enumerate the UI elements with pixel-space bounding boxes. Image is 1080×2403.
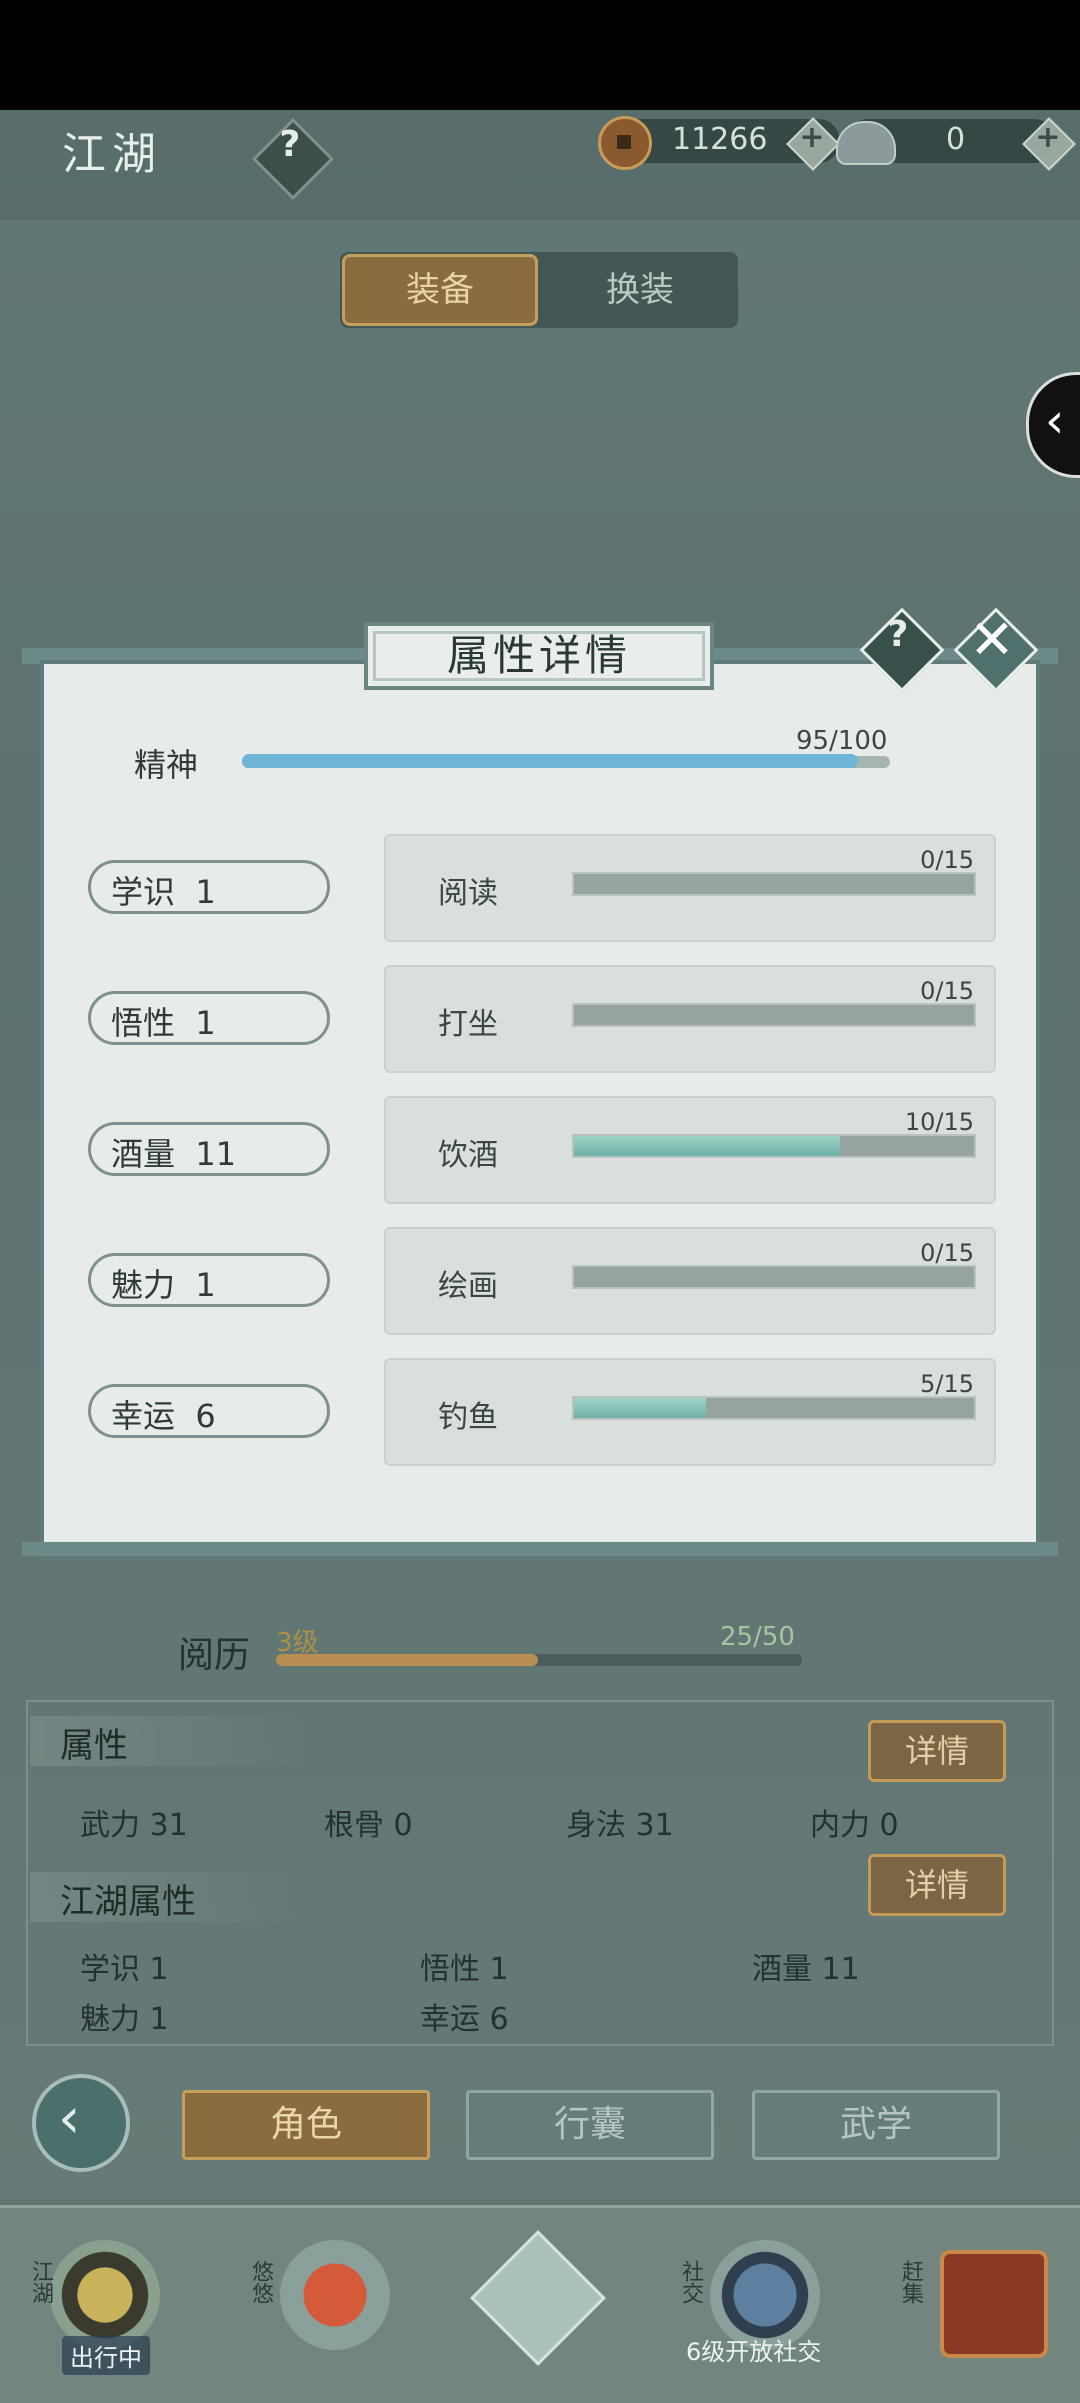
plus-icon: + — [799, 120, 825, 155]
skill-progress-fill — [574, 1398, 706, 1418]
attr-label: 学识 1 — [111, 873, 216, 911]
attr-pill-knowledge: 学识 1 — [88, 860, 330, 914]
experience-label: 阅历 — [178, 1635, 251, 1676]
skill-progress-value: 0/15 — [920, 1239, 974, 1267]
attributes-detail-button[interactable]: 详情 — [868, 1720, 1006, 1782]
skill-progress-fill — [574, 1136, 840, 1156]
tab-outfit[interactable]: 换装 — [542, 254, 738, 326]
nav-social[interactable]: 社交 6级开放社交 — [660, 2230, 840, 2380]
help-icon: ? — [887, 614, 909, 655]
skill-progress-bar — [572, 1265, 976, 1289]
nav-lock-tag: 6级开放社交 — [686, 2338, 822, 2366]
back-arrow-icon: ‹ — [58, 2086, 81, 2151]
jianghu-attributes-title: 江湖属性 — [60, 1882, 196, 1922]
silver-ingot-icon — [836, 121, 896, 165]
skill-name: 饮酒 — [438, 1138, 498, 1173]
compass-star-icon — [470, 2230, 606, 2366]
skill-progress-value: 10/15 — [904, 1108, 974, 1136]
spirit-label: 精神 — [134, 746, 199, 784]
attr-pill-insight: 悟性 1 — [88, 991, 330, 1045]
attr-pill-luck: 幸运 6 — [88, 1384, 330, 1438]
attr-constitution: 根骨 0 — [324, 1808, 413, 1843]
copper-coin-icon — [598, 116, 652, 170]
jianghu-emblem-icon — [50, 2240, 160, 2350]
skill-progress-value: 5/15 — [920, 1370, 974, 1398]
skill-name: 阅读 — [438, 876, 498, 911]
dialog-bottom-rail — [22, 1542, 1058, 1556]
skill-progress-bar — [572, 1003, 976, 1027]
jianghu-attr-knowledge: 学识 1 — [80, 1952, 169, 1987]
button-label: 详情 — [904, 1866, 969, 1904]
dialog-title-plaque: 属性详情 — [364, 622, 714, 690]
nav-label: 赶集 — [898, 2260, 923, 2304]
button-label: 行囊 — [553, 2104, 626, 2145]
button-label: 武学 — [839, 2104, 912, 2145]
attr-label: 悟性 1 — [111, 1004, 216, 1042]
jianghu-attr-drinking: 酒量 11 — [752, 1952, 860, 1987]
skill-progress-value: 0/15 — [920, 977, 974, 1005]
attr-strength: 武力 31 — [80, 1808, 188, 1843]
plus-icon: + — [1035, 120, 1061, 155]
jianghu-attr-insight: 悟性 1 — [420, 1952, 509, 1987]
nav-label: 江湖 — [28, 2260, 53, 2304]
tab-label: 装备 — [406, 270, 474, 310]
copper-amount: 11266 — [672, 122, 768, 157]
attr-label: 魅力 1 — [111, 1266, 216, 1304]
inventory-button[interactable]: 行囊 — [466, 2090, 714, 2160]
market-basket-icon — [940, 2250, 1048, 2358]
nav-label: 社交 — [678, 2260, 703, 2304]
nav-leisure[interactable]: 悠悠 — [230, 2230, 410, 2380]
martial-arts-button[interactable]: 武学 — [752, 2090, 1000, 2160]
attr-pill-charm: 魅力 1 — [88, 1253, 330, 1307]
help-icon: ? — [279, 124, 301, 165]
status-bar — [0, 0, 1080, 110]
nav-center[interactable] — [450, 2230, 630, 2380]
nav-status-tag: 出行中 — [62, 2336, 150, 2375]
attr-label: 幸运 6 — [111, 1397, 216, 1435]
dialog-title: 属性详情 — [446, 631, 631, 680]
back-button[interactable]: ‹ — [32, 2074, 130, 2172]
spirit-bar-fill — [242, 754, 858, 768]
experience-value: 25/50 — [720, 1622, 795, 1652]
skill-progress-value: 0/15 — [920, 846, 974, 874]
attr-agility: 身法 31 — [566, 1808, 674, 1843]
button-label: 角色 — [269, 2104, 342, 2145]
page-title: 江湖 — [62, 129, 162, 180]
jianghu-attr-charm: 魅力 1 — [80, 2002, 169, 2037]
nav-jianghu[interactable]: 江湖 出行中 — [10, 2230, 190, 2380]
attr-inner-power: 内力 0 — [810, 1808, 899, 1843]
skill-name: 打坐 — [438, 1007, 498, 1042]
skill-name: 钓鱼 — [438, 1400, 498, 1435]
nav-market[interactable]: 赶集 — [880, 2230, 1060, 2380]
jianghu-attr-luck: 幸运 6 — [420, 2002, 509, 2037]
attr-pill-drinking: 酒量 11 — [88, 1122, 330, 1176]
experience-level: 3级 — [276, 1628, 319, 1658]
attr-label: 酒量 11 — [111, 1135, 237, 1173]
chevron-left-icon: ‹ — [1045, 393, 1065, 449]
button-label: 详情 — [904, 1732, 969, 1770]
tab-equipment[interactable]: 装备 — [342, 254, 538, 326]
close-icon: ✕ — [969, 608, 1015, 671]
skill-progress-bar — [572, 872, 976, 896]
nav-label: 悠悠 — [248, 2260, 273, 2304]
attributes-title: 属性 — [60, 1726, 128, 1766]
skill-name: 绘画 — [438, 1269, 498, 1304]
swallow-sun-icon — [280, 2240, 390, 2350]
silver-amount: 0 — [946, 122, 966, 157]
spirit-value: 95/100 — [796, 726, 888, 756]
role-button[interactable]: 角色 — [182, 2090, 430, 2160]
jianghu-detail-button[interactable]: 详情 — [868, 1854, 1006, 1916]
